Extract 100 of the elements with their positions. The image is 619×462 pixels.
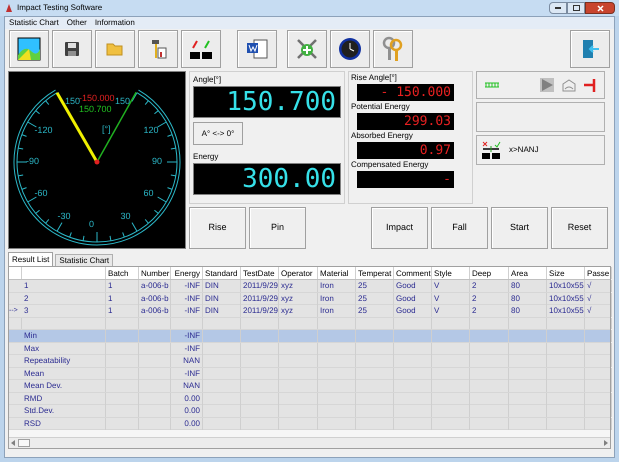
- column-header[interactable]: Deep: [470, 267, 509, 279]
- limit-button[interactable]: x>NANJ: [476, 135, 605, 165]
- column-header[interactable]: Comment: [394, 267, 432, 279]
- dial-label: 120: [144, 126, 159, 134]
- table-cell: Iron: [318, 280, 356, 292]
- table-cell: xyz: [279, 305, 318, 317]
- clock-button[interactable]: [330, 30, 370, 68]
- readout-label: Potential Energy: [351, 101, 411, 113]
- close-button[interactable]: [585, 2, 615, 14]
- stat-row[interactable]: Mean -INF: [9, 368, 610, 380]
- table-cell: V: [432, 305, 470, 317]
- add-tool-button[interactable]: [287, 30, 327, 68]
- word-export-button[interactable]: [237, 30, 277, 68]
- scroll-right-icon: [604, 440, 608, 446]
- unit-label: [°]: [102, 125, 111, 134]
- minimize-button[interactable]: [549, 2, 567, 14]
- dial-label: 90: [152, 157, 162, 166]
- table-cell: xyz: [279, 280, 318, 292]
- angle-reading: 150.700: [79, 105, 112, 114]
- scrollbar-thumb[interactable]: [18, 439, 30, 447]
- window-title: Impact Testing Software: [17, 2, 102, 14]
- horizontal-scrollbar[interactable]: [9, 437, 610, 448]
- tab[interactable]: Result List: [8, 252, 54, 266]
- column-header[interactable]: Number: [139, 267, 171, 279]
- energy-display: 300.00: [193, 163, 341, 195]
- table-cell: DIN: [203, 305, 241, 317]
- stat-row[interactable]: Min -INF: [9, 330, 610, 342]
- tools-button[interactable]: [138, 30, 178, 68]
- house-icon: [562, 78, 576, 92]
- action-button[interactable]: Start: [491, 207, 548, 249]
- dial-label: -120: [34, 126, 52, 134]
- maximize-button[interactable]: [567, 2, 585, 14]
- table-cell: RSD: [22, 418, 106, 430]
- readout-display: 0.97: [357, 142, 454, 159]
- action-button[interactable]: Reset: [551, 207, 608, 249]
- column-header[interactable]: Temperat: [356, 267, 394, 279]
- t-bar-icon: [584, 78, 596, 92]
- chart-button[interactable]: [9, 30, 49, 68]
- keys-icon: [382, 36, 404, 62]
- column-header[interactable]: Energy: [171, 267, 203, 279]
- dial-label: -60: [34, 188, 48, 198]
- table-cell: 2: [470, 280, 509, 292]
- exit-button[interactable]: [570, 30, 610, 68]
- exit-door-icon: [580, 38, 600, 60]
- column-header[interactable]: Passe: [585, 267, 612, 279]
- readout-display: -: [357, 171, 454, 188]
- menu-item[interactable]: Statistic Chart: [9, 19, 59, 27]
- table-cell: Good: [394, 280, 432, 292]
- close-icon: [596, 4, 604, 12]
- column-header[interactable]: Batch: [106, 267, 139, 279]
- column-header[interactable]: Size: [547, 267, 585, 279]
- stat-row[interactable]: Mean Dev. NAN: [9, 380, 610, 392]
- app-icon: [4, 3, 13, 13]
- stat-row[interactable]: RSD 0.00: [9, 418, 610, 430]
- table-cell: Good: [394, 305, 432, 317]
- action-button[interactable]: Pin: [249, 207, 306, 249]
- table-cell: -INF: [171, 330, 203, 342]
- table-cell: 1: [106, 305, 139, 317]
- dial-label: -30: [58, 212, 71, 221]
- readout-display: - 150.000: [357, 84, 454, 101]
- readout-display: 299.03: [357, 113, 454, 130]
- table-cell: 1: [106, 280, 139, 292]
- stat-row[interactable]: Repeatability NAN: [9, 355, 610, 368]
- table-cell: Std.Dev.: [22, 405, 106, 417]
- folder-icon: [106, 42, 124, 56]
- column-header[interactable]: Standard: [203, 267, 241, 279]
- column-header[interactable]: Area: [509, 267, 547, 279]
- save-button[interactable]: [52, 30, 92, 68]
- table-cell: Repeatability: [22, 355, 106, 367]
- chart-icon: [17, 37, 41, 61]
- table-cell: Iron: [318, 305, 356, 317]
- stat-row[interactable]: RMD 0.00: [9, 392, 610, 405]
- tab[interactable]: Statistic Chart: [55, 254, 114, 266]
- table-cell: 0.00: [171, 405, 203, 417]
- switch-button[interactable]: [181, 30, 221, 68]
- table-cell: 80: [509, 280, 547, 292]
- action-button[interactable]: Rise: [189, 207, 246, 249]
- table-cell: 0.00: [171, 418, 203, 430]
- action-button[interactable]: Fall: [431, 207, 488, 249]
- readout-label: Rise Angle[°]: [351, 72, 398, 84]
- zero-toggle-button[interactable]: A° <-> 0°: [193, 122, 243, 145]
- column-header[interactable]: Style: [432, 267, 470, 279]
- menu-item[interactable]: Other: [66, 19, 87, 27]
- stat-row[interactable]: Std.Dev. 0.00: [9, 405, 610, 418]
- angle-display: 150.700: [193, 86, 341, 118]
- table-cell: 2: [470, 305, 509, 317]
- table-cell: -INF: [171, 305, 203, 317]
- table-cell: 80: [509, 305, 547, 317]
- action-button[interactable]: Impact: [371, 207, 428, 249]
- table-cell: √: [585, 305, 612, 317]
- table-cell: NAN: [171, 355, 203, 367]
- table-cell: NAN: [171, 380, 203, 392]
- scroll-left-icon: [11, 440, 15, 446]
- stat-row[interactable]: Max -INF: [9, 342, 610, 355]
- menu-item[interactable]: Information: [94, 19, 135, 27]
- column-header[interactable]: Material: [318, 267, 356, 279]
- angle-label: Angle[°]: [193, 74, 222, 86]
- readout-label: Absorbed Energy: [351, 130, 414, 142]
- column-header[interactable]: Operator: [279, 267, 318, 279]
- column-header[interactable]: TestDate: [241, 267, 279, 279]
